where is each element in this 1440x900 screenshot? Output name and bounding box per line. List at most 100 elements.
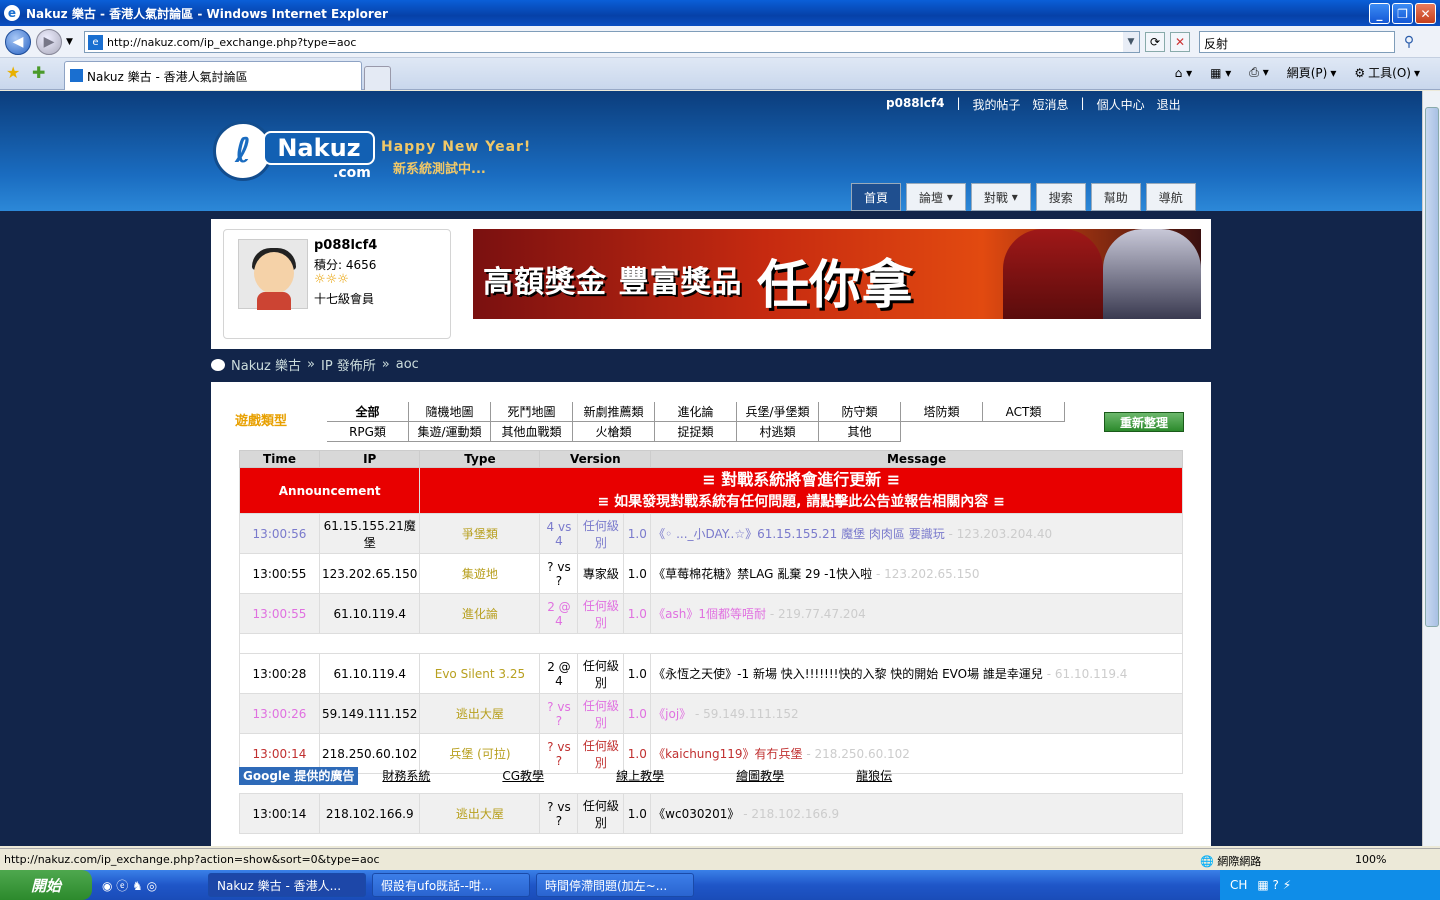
category-tab[interactable]: 防守類 — [819, 402, 901, 422]
system-tray: CH ▦ ? ⚡ — [1220, 870, 1440, 900]
category-tab[interactable]: 塔防類 — [901, 402, 983, 422]
back-button[interactable]: ◀ — [5, 28, 31, 55]
start-button[interactable]: 開始 — [0, 870, 92, 900]
cell-type: 進化論 — [419, 593, 541, 634]
category-tab[interactable]: 進化論 — [655, 402, 737, 422]
cell-ip: 59.149.111.152 — [318, 693, 421, 734]
cell-vs: 4 vs 4 — [539, 513, 579, 554]
ad-link[interactable]: 線上教學 — [616, 767, 664, 785]
cell-message[interactable]: 《wc030201》 - 218.102.166.9 — [650, 793, 1183, 834]
task-ufo[interactable]: 假設有ufo既話--咁... — [372, 873, 530, 897]
close-button[interactable]: ✕ — [1415, 3, 1436, 24]
print-icon[interactable]: ⎙ ▾ — [1249, 65, 1268, 80]
ad-link[interactable]: 龍狼伝 — [856, 767, 892, 785]
table-row[interactable]: 13:00:28 61.10.119.4 Evo Silent 3.25 2 @ 4任… — [239, 653, 1183, 694]
username-link[interactable]: p088lcf4 — [886, 96, 944, 113]
page-menu[interactable]: 網頁(P) ▾ — [1287, 64, 1337, 81]
nav-forum[interactable]: 論壇 ▾ — [906, 183, 966, 211]
category-tab[interactable]: 兵堡/爭堡類 — [737, 402, 819, 422]
cell-message[interactable]: 《◦ ..._小DAY..☆》61.15.155.21 魔堡 肉肉區 要識玩 -… — [650, 513, 1183, 554]
my-posts-link[interactable]: 我的帖子 — [972, 96, 1020, 113]
crumb-ip[interactable]: IP 發佈所 — [321, 355, 376, 374]
maximize-button[interactable]: ❐ — [1392, 3, 1413, 24]
cell-message[interactable]: 《草莓棉花糖》禁LAG 亂棄 29 -1快入啦 - 123.202.65.150 — [650, 553, 1183, 594]
cell-level: 任何級別 — [577, 513, 625, 554]
search-icon[interactable]: ⚲ — [1398, 31, 1420, 53]
avatar[interactable] — [238, 239, 308, 310]
category-tab[interactable]: 全部 — [327, 402, 409, 422]
ad-link[interactable]: 財務系統 — [382, 767, 430, 785]
category-tab[interactable]: RPG類 — [327, 422, 409, 442]
user-center-link[interactable]: 個人中心 — [1097, 96, 1145, 113]
cell-time: 13:00:14 — [239, 793, 320, 834]
vertical-scrollbar[interactable] — [1422, 91, 1440, 846]
add-favorite-icon[interactable]: ✚ — [32, 63, 45, 82]
category-tab[interactable]: 火槍類 — [573, 422, 655, 442]
nav-search[interactable]: 搜索 — [1035, 183, 1086, 211]
tray-icons[interactable]: ▦ ? ⚡ — [1257, 878, 1291, 892]
new-tab-button[interactable] — [364, 66, 391, 90]
cell-message[interactable]: 《永恆之天使》-1 新場 快入!!!!!!!快的入黎 快的開始 EVO場 誰是幸… — [650, 653, 1183, 694]
cell-type: 逃出大屋 — [419, 693, 541, 734]
category-tab[interactable]: 捉捉類 — [655, 422, 737, 442]
url-dropdown-icon[interactable]: ▼ — [1123, 32, 1139, 52]
crumb-home[interactable]: Nakuz 樂古 — [231, 355, 301, 374]
task-nakuz[interactable]: Nakuz 樂古 - 香港人... — [208, 873, 366, 897]
forward-button[interactable]: ▶ — [36, 28, 62, 55]
cell-ver: 1.0 — [623, 653, 652, 694]
category-tab[interactable]: 隨機地圖 — [409, 402, 491, 422]
nav-home[interactable]: 首頁 — [851, 183, 902, 211]
cell-message[interactable]: 《joj》 - 59.149.111.152 — [650, 693, 1183, 734]
favorites-icon[interactable]: ★ — [6, 63, 20, 82]
search-input[interactable]: 反射 — [1199, 31, 1395, 53]
nav-battle[interactable]: 對戰 ▾ — [970, 183, 1031, 211]
category-tab[interactable]: 新劇推薦類 — [573, 402, 655, 422]
messages-link[interactable]: 短消息 — [1033, 96, 1069, 113]
cell-message[interactable]: 《ash》1個都等唔耐 - 219.77.47.204 — [650, 593, 1183, 634]
stop-icon[interactable]: ✕ — [1170, 32, 1190, 52]
zoom-level[interactable]: 100% — [1355, 853, 1386, 866]
table-row[interactable]: 13:00:26 59.149.111.152 逃出大屋? vs ? 任何級別 1.0 《… — [239, 693, 1183, 734]
nav-help[interactable]: 幫助 — [1090, 183, 1141, 211]
profile-name[interactable]: p088lcf4 — [314, 238, 377, 253]
input-method[interactable]: CH — [1230, 878, 1247, 892]
minimize-button[interactable]: _ — [1369, 3, 1390, 24]
table-row[interactable]: 13:00:55 123.202.65.150 集遊地? vs ? 專家級 1.0 《草莓… — [239, 553, 1183, 594]
nav-guide[interactable]: 導航 — [1145, 183, 1196, 211]
quicklaunch-icons[interactable]: ◉ ⓔ ♞ ◎ — [102, 877, 202, 894]
crumb-current: aoc — [395, 357, 419, 372]
ad-banner[interactable]: 高額獎金 豐富獎品 任你拿 — [473, 229, 1201, 319]
ad-link[interactable]: 繪圖教學 — [736, 767, 784, 785]
cell-ver: 1.0 — [623, 553, 652, 594]
refresh-list-button[interactable]: 重新整理 — [1104, 412, 1184, 432]
table-row[interactable]: 13:00:56 61.15.155.21魔堡 爭堡類 4 vs 4 任何級別 1.0 《◦… — [239, 513, 1183, 554]
col-type: Type — [419, 450, 541, 468]
site-logo[interactable]: ℓ Nakuz .com — [213, 121, 378, 183]
category-tab[interactable]: 其他血戰類 — [491, 422, 573, 442]
cell-time: 13:00:28 — [239, 653, 320, 694]
home-icon[interactable]: ⌂ ▾ — [1175, 66, 1192, 80]
category-tab[interactable]: 集遊/運動類 — [409, 422, 491, 442]
category-tab[interactable]: 死鬥地圖 — [491, 402, 573, 422]
window-titlebar: e Nakuz 樂古 - 香港人氣討論區 - Windows Internet … — [0, 0, 1440, 26]
browser-tab[interactable]: Nakuz 樂古 - 香港人氣討論區 — [64, 61, 362, 90]
tools-menu[interactable]: ⚙ 工具(O) ▾ — [1354, 64, 1420, 81]
profile-score: 積分: 4656 — [314, 258, 377, 272]
cell-type: 逃出大屋 — [419, 793, 541, 834]
url-field[interactable]: e http://nakuz.com/ip_exchange.php?type=… — [84, 31, 1140, 53]
category-tab[interactable]: 其他 — [819, 422, 901, 442]
category-tab[interactable]: 村逃類 — [737, 422, 819, 442]
table-row[interactable]: 13:00:14 218.102.166.9 逃出大屋? vs ? 任何級別 1.0 《w… — [239, 793, 1183, 834]
feeds-icon[interactable]: ▦ ▾ — [1210, 66, 1231, 80]
tagline: Happy New Year! — [381, 139, 532, 155]
top-user-nav: p088lcf4 | 我的帖子 短消息 | 個人中心 退出 — [886, 96, 1181, 113]
announcement-row[interactable]: Announcement ≡ 對戰系統將會進行更新 ≡ ≡ 如果發現對戰系統有任… — [238, 467, 1183, 514]
category-tab[interactable]: ACT類 — [983, 402, 1065, 422]
table-row[interactable]: 13:00:55 61.10.119.4 進化論 2 @ 4 任何級別 1.0 《ash》1… — [239, 593, 1183, 634]
status-bar: http://nakuz.com/ip_exchange.php?action=… — [0, 848, 1440, 870]
history-dropdown-icon[interactable]: ▼ — [66, 37, 73, 47]
task-time[interactable]: 時間停滯問題(加左~... — [536, 873, 694, 897]
refresh-icon[interactable]: ⟳ — [1145, 32, 1165, 52]
ad-link[interactable]: CG教學 — [502, 767, 544, 785]
logout-link[interactable]: 退出 — [1157, 96, 1181, 113]
